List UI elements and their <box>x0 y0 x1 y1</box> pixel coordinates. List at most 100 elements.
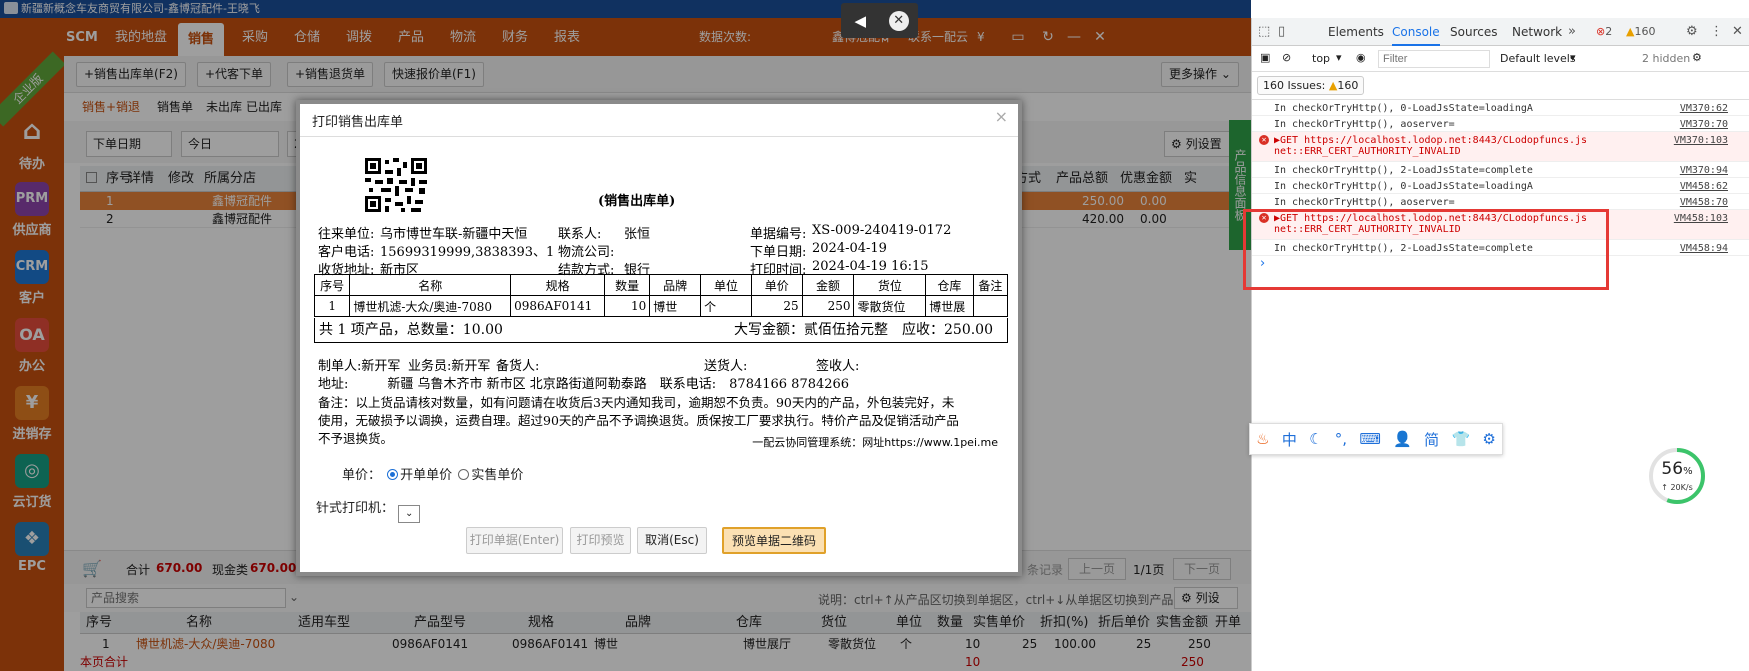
ime-chinese-mode[interactable]: 中 <box>1282 429 1297 450</box>
inspect-icon[interactable]: ⬚ <box>1258 18 1270 46</box>
log-message: In checkOrTryHttp(), aoserver= <box>1274 119 1455 130</box>
log-message: In checkOrTryHttp(), 2-LoadJsState=compl… <box>1274 165 1533 176</box>
print-button[interactable]: 打印单据(Enter) <box>466 527 563 554</box>
error-icon: ⊗ <box>1596 25 1606 38</box>
slip-col-note: 备注 <box>972 274 1009 296</box>
warning-count-badge[interactable]: ▲160 <box>1626 18 1655 46</box>
cancel-button[interactable]: 取消(Esc) <box>637 527 707 554</box>
user-icon[interactable]: 👤 <box>1393 430 1412 448</box>
doc-no-label: 单据编号: <box>750 227 807 242</box>
printer-select[interactable]: ⌄ <box>398 505 421 523</box>
actual-price-label[interactable]: 实售单价 <box>471 468 523 483</box>
console-filter-input[interactable] <box>1378 50 1490 68</box>
settings-gear-icon[interactable]: ⚙ <box>1686 18 1698 46</box>
console-log-line: In checkOrTryHttp(), 0-LoadJsState=loadi… <box>1252 178 1749 194</box>
dialog-close-icon[interactable]: × <box>995 107 1008 126</box>
dot-matrix-printer-label: 针式打印机： <box>316 501 395 516</box>
order-date-value: 2024-04-19 <box>812 241 887 256</box>
log-source-link[interactable]: VM370:103 <box>1674 135 1728 146</box>
print-preview-button[interactable]: 打印预览 <box>570 527 631 554</box>
slip-col-brand: 品牌 <box>649 274 702 296</box>
console-log-line: In checkOrTryHttp(), 0-LoadJsState=loadi… <box>1252 100 1749 116</box>
log-source-link[interactable]: VM458:70 <box>1680 197 1728 208</box>
slip-col-spec: 规格 <box>510 274 606 296</box>
billing-price-label[interactable]: 开单单价 <box>400 468 452 483</box>
slip-col-price: 单价 <box>750 274 803 296</box>
issues-bar: 160 Issues: ▲160 <box>1252 72 1749 100</box>
log-message: In checkOrTryHttp(), aoserver= <box>1274 197 1455 208</box>
slip-table: 序号 名称 规格 数量 品牌 单位 单价 金额 货位 仓库 备注 1 博世机滤-… <box>313 274 1009 317</box>
error-icon: ✕ <box>1259 135 1269 145</box>
phone-label: 客户电话: <box>318 245 375 260</box>
slip-cell-brand: 博世 <box>649 295 702 317</box>
system-footer-note: 一配云协同管理系统：网址https://www.1pei.me <box>752 436 998 449</box>
maker: 制单人:新开军 <box>318 359 401 374</box>
salesman: 业务员:新开军 <box>408 359 491 374</box>
tab-console[interactable]: Console <box>1392 18 1440 46</box>
close-devtools-icon[interactable]: ✕ <box>1732 18 1743 46</box>
slip-table-row: 1 博世机滤-大众/奥迪-7080 0986AF0141 10 博世 个 25 … <box>313 295 1009 317</box>
log-source-link[interactable]: VM458:94 <box>1680 243 1728 254</box>
kebab-menu-icon[interactable]: ⋮ <box>1710 18 1723 46</box>
dialog-title: 打印销售出库单 <box>312 115 404 130</box>
slip-cell-spec: 0986AF0141 <box>510 295 606 317</box>
error-count-badge[interactable]: ⊗2 <box>1596 18 1612 46</box>
moon-icon[interactable]: ☾ <box>1309 430 1322 448</box>
log-message: ▶GET https://localhost.lodop.net:8443/CL… <box>1274 135 1588 157</box>
screen-share-floatbar: ◀ ✕ <box>841 3 918 38</box>
keyboard-icon[interactable]: ⌨ <box>1359 430 1381 448</box>
summary-count: 共 1 项产品，总数量：10.00 <box>319 322 503 338</box>
log-message: In checkOrTryHttp(), 0-LoadJsState=loadi… <box>1274 103 1533 114</box>
context-select[interactable]: top <box>1312 52 1330 65</box>
issues-button[interactable]: 160 Issues: ▲160 <box>1257 76 1365 95</box>
device-toolbar-icon[interactable]: ▯ <box>1278 18 1285 46</box>
slip-col-qty: 数量 <box>604 274 651 296</box>
logistics-label: 物流公司: <box>558 245 615 260</box>
price-options: 单价： 开单单价 实售单价 <box>342 464 523 483</box>
ime-simplified-mode[interactable]: 简 <box>1424 429 1439 450</box>
actual-price-radio[interactable] <box>458 469 470 480</box>
slip-cell-no: 1 <box>313 295 351 317</box>
company-address: 地址: 新疆 乌鲁木齐市 新市区 北京路街道阿勒泰路 联系电话: 8784166… <box>318 377 850 392</box>
console-log-line: In checkOrTryHttp(), 2-LoadJsState=compl… <box>1252 162 1749 178</box>
slip-cell-qty: 10 <box>604 295 651 317</box>
punctuation-icon[interactable]: °, <box>1335 430 1347 448</box>
slip-summary: 共 1 项产品，总数量：10.00 大写金额：贰佰伍拾元整 应收：250.00 <box>314 318 1008 343</box>
preview-qr-button[interactable]: 预览单据二维码 <box>722 527 826 554</box>
close-share-icon[interactable]: ✕ <box>888 10 909 31</box>
receiver: 签收人: <box>816 359 860 374</box>
console-settings-icon[interactable]: ⚙ <box>1692 51 1702 64</box>
log-source-link[interactable]: VM458:103 <box>1674 213 1728 224</box>
log-source-link[interactable]: VM458:62 <box>1680 181 1728 192</box>
qr-code-icon <box>365 158 427 212</box>
gauge-percent-value: 56 <box>1661 459 1684 479</box>
network-speed-gauge[interactable]: 56% ↑ 20K/s <box>1648 447 1706 505</box>
log-source-link[interactable]: VM370:94 <box>1680 165 1728 176</box>
summary-amount: 大写金额：贰佰伍拾元整 应收：250.00 <box>734 322 993 338</box>
levels-chevron-icon[interactable]: ▾ <box>1570 51 1576 64</box>
tab-sources[interactable]: Sources <box>1450 18 1497 46</box>
sidebar-toggle-icon[interactable]: ▣ <box>1260 51 1270 64</box>
hidden-count: 2 hidden <box>1642 52 1691 65</box>
log-levels-select[interactable]: Default levels <box>1500 52 1576 65</box>
deliverer: 送货人: <box>704 359 748 374</box>
log-source-link[interactable]: VM370:70 <box>1680 119 1728 130</box>
collapse-icon[interactable]: ◀ <box>850 11 870 31</box>
note-line-2: 使用，无破损予以调换，运费自理。超过90天的产品不予调换退货。质保按工厂要求执行… <box>318 413 959 428</box>
console-toolbar: ▣ ⊘ top ▾ ◉ Default levels ▾ 2 hidden ⚙ <box>1252 46 1749 72</box>
more-tabs-icon[interactable]: » <box>1568 18 1576 46</box>
devtools-panel: ⬚ ▯ Elements Console Sources Network » ⊗… <box>1251 18 1749 671</box>
slip-cell-note <box>972 295 1009 317</box>
ime-settings-icon[interactable]: ⚙ <box>1482 430 1495 448</box>
slip-col-unit: 单位 <box>700 274 752 296</box>
billing-price-radio[interactable] <box>387 469 399 480</box>
ime-logo-icon[interactable]: ♨ <box>1256 430 1269 448</box>
clear-console-icon[interactable]: ⊘ <box>1282 51 1291 64</box>
skin-icon[interactable]: 👕 <box>1451 430 1470 448</box>
context-chevron-icon[interactable]: ▾ <box>1336 51 1342 64</box>
tab-elements[interactable]: Elements <box>1328 18 1384 46</box>
log-source-link[interactable]: VM370:62 <box>1680 103 1728 114</box>
tab-network[interactable]: Network <box>1512 18 1562 46</box>
eye-icon[interactable]: ◉ <box>1356 51 1366 64</box>
print-preview: (销售出库单) 往来单位: 乌市博世车联-新疆中天恒 客户电话: 1569931… <box>313 142 1009 477</box>
